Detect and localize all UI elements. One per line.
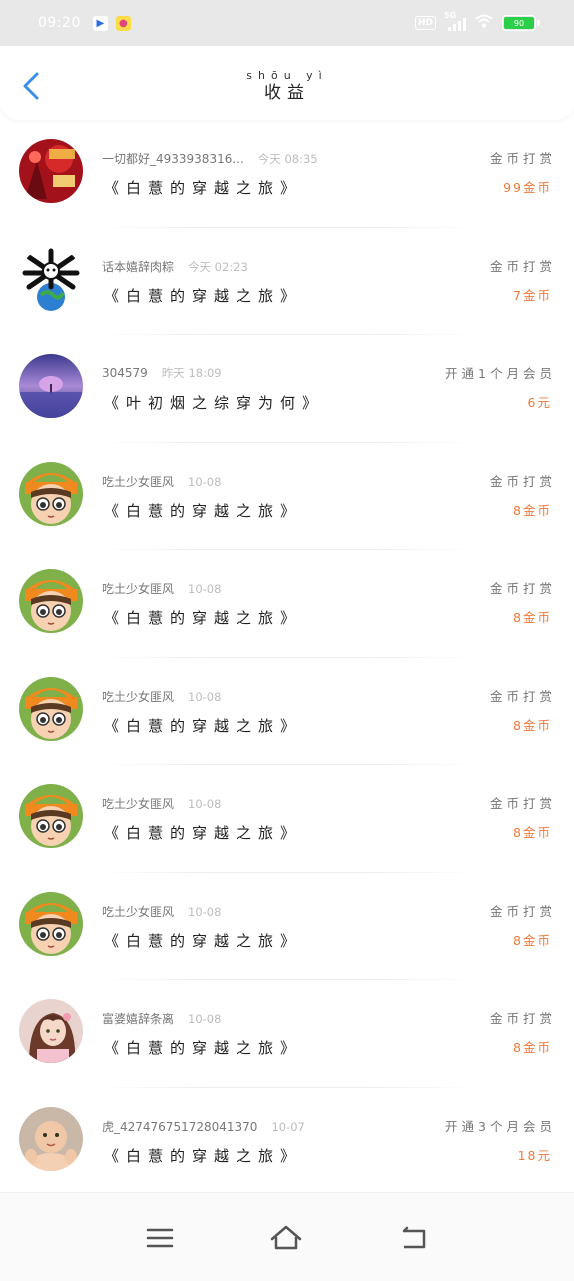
page-title-group: shōu yì 收益 xyxy=(0,70,574,104)
user-name: 吃土少女匪风 xyxy=(102,474,175,489)
user-name: 富婆嬉辞条离 xyxy=(102,1012,175,1026)
avatar[interactable] xyxy=(19,676,83,741)
avatar[interactable] xyxy=(19,246,83,311)
list-item[interactable]: 富婆嬉辞条离 10-08 《白薏的穿越之旅》 金币打赏 8金币 xyxy=(0,980,574,1088)
avatar[interactable] xyxy=(19,461,83,526)
reward-amount: 8金币 xyxy=(513,502,552,518)
reward-type: 金币打赏 xyxy=(489,796,556,811)
home-button[interactable] xyxy=(268,1223,304,1253)
reward-amount: 99金币 xyxy=(503,180,552,195)
user-name: 吃土少女匪风 xyxy=(102,797,175,811)
avatar[interactable] xyxy=(19,784,83,848)
reward-amount: 7金币 xyxy=(513,287,552,303)
menu-button[interactable] xyxy=(142,1223,178,1253)
user-name: 吃土少女匪风 xyxy=(102,689,175,704)
book-title: 《白薏的穿越之旅》 xyxy=(104,179,303,197)
menu-icon xyxy=(146,1228,174,1248)
book-title: 《白薏的穿越之旅》 xyxy=(104,609,303,627)
reward-amount: 8金币 xyxy=(513,610,552,625)
status-time: 09:20 xyxy=(38,15,81,31)
book-title: 《白薏的穿越之旅》 xyxy=(104,501,303,520)
user-name: 304579 xyxy=(102,366,148,380)
avatar[interactable] xyxy=(19,139,83,203)
reward-type: 金币打赏 xyxy=(489,581,556,596)
reward-type: 金币打赏 xyxy=(489,473,556,489)
book-title: 《白薏的穿越之旅》 xyxy=(104,931,303,950)
wifi-icon xyxy=(474,13,494,33)
earnings-list: 一切都好_4933938316... 今天 08:35 《白薏的穿越之旅》 金币… xyxy=(0,120,574,1195)
book-title: 《白薏的穿越之旅》 xyxy=(104,1039,303,1057)
list-item[interactable]: 吃土少女匪风 10-08 《白薏的穿越之旅》 金币打赏 8金币 xyxy=(0,550,574,658)
status-bar: 09:20 ▶ ● HD 5G 90 xyxy=(0,0,574,46)
list-item[interactable]: 一切都好_4933938316... 今天 08:35 《白薏的穿越之旅》 金币… xyxy=(0,120,574,228)
record-time: 今天 08:35 xyxy=(257,152,318,166)
record-time: 10-08 xyxy=(188,582,222,596)
list-item[interactable]: 吃土少女匪风 10-08 《白薏的穿越之旅》 金币打赏 8金币 xyxy=(0,873,574,980)
reward-amount: 8金币 xyxy=(513,1040,552,1055)
avatar[interactable] xyxy=(19,891,83,956)
user-name: 虎_427476751728041370 xyxy=(102,1119,258,1134)
avatar[interactable] xyxy=(19,1106,83,1171)
list-item[interactable]: 吃土少女匪风 10-08 《白薏的穿越之旅》 金币打赏 8金币 xyxy=(0,658,574,765)
reward-amount: 8金币 xyxy=(513,717,552,733)
user-name: 吃土少女匪风 xyxy=(102,582,175,596)
list-item[interactable]: 虎_427476751728041370 10-07 《白薏的穿越之旅》 开通3… xyxy=(0,1088,574,1196)
user-name: 话本嬉辞肉粽 xyxy=(102,259,175,274)
status-indicators: HD 5G 90 xyxy=(414,11,540,33)
record-time: 昨天 18:09 xyxy=(161,366,222,380)
reward-type: 金币打赏 xyxy=(489,258,556,274)
reward-amount: 8金币 xyxy=(513,825,552,840)
back-icon xyxy=(402,1226,426,1249)
home-icon xyxy=(270,1225,302,1250)
system-back-button[interactable] xyxy=(396,1223,432,1253)
record-time: 10-08 xyxy=(188,1012,222,1026)
reward-type: 金币打赏 xyxy=(489,903,556,919)
user-name: 一切都好_4933938316... xyxy=(102,152,244,166)
book-title: 《白薏的穿越之旅》 xyxy=(104,1146,303,1165)
avatar[interactable] xyxy=(19,354,83,418)
user-name: 吃土少女匪风 xyxy=(102,904,175,919)
reward-type: 金币打赏 xyxy=(489,151,556,166)
avatar[interactable] xyxy=(19,999,83,1063)
reward-amount: 6元 xyxy=(527,395,552,410)
book-title: 《白薏的穿越之旅》 xyxy=(104,286,303,305)
avatar[interactable] xyxy=(19,569,83,633)
page-title-pinyin: shōu yì xyxy=(246,69,328,82)
game-app-icon: ● xyxy=(115,15,131,31)
system-navbar xyxy=(0,1192,574,1281)
record-time: 10-08 xyxy=(188,904,222,919)
book-title: 《白薏的穿越之旅》 xyxy=(104,716,303,735)
reward-type: 开通3个月会员 xyxy=(445,1118,556,1134)
record-time: 10-08 xyxy=(188,797,222,811)
hd-badge: HD xyxy=(414,16,436,30)
list-item[interactable]: 吃土少女匪风 10-08 《白薏的穿越之旅》 金币打赏 8金币 xyxy=(0,765,574,873)
list-item[interactable]: 304579 昨天 18:09 《叶初烟之综穿为何》 开通1个月会员 6元 xyxy=(0,335,574,443)
book-title: 《白薏的穿越之旅》 xyxy=(104,824,303,842)
battery-icon: 90 xyxy=(502,15,540,31)
page-title: 收益 xyxy=(264,83,310,103)
reward-type: 金币打赏 xyxy=(489,688,556,704)
reward-amount: 8金币 xyxy=(513,932,552,948)
reward-type: 金币打赏 xyxy=(489,1011,556,1026)
book-title: 《叶初烟之综穿为何》 xyxy=(104,394,325,412)
record-time: 10-07 xyxy=(271,1119,305,1134)
record-time: 10-08 xyxy=(188,474,222,489)
list-item[interactable]: 话本嬉辞肉粽 今天 02:23 《白薏的穿越之旅》 金币打赏 7金币 xyxy=(0,228,574,335)
record-time: 今天 02:23 xyxy=(188,259,248,274)
record-time: 10-08 xyxy=(188,689,222,704)
cellular-signal-icon: 5G xyxy=(444,11,466,31)
page-header: shōu yì 收益 xyxy=(0,46,574,120)
reward-amount: 18元 xyxy=(517,1147,552,1163)
reward-type: 开通1个月会员 xyxy=(445,366,556,381)
battery-level: 90 xyxy=(504,17,534,29)
list-item[interactable]: 吃土少女匪风 10-08 《白薏的穿越之旅》 金币打赏 8金币 xyxy=(0,443,574,550)
video-app-icon: ▶ xyxy=(92,15,108,31)
